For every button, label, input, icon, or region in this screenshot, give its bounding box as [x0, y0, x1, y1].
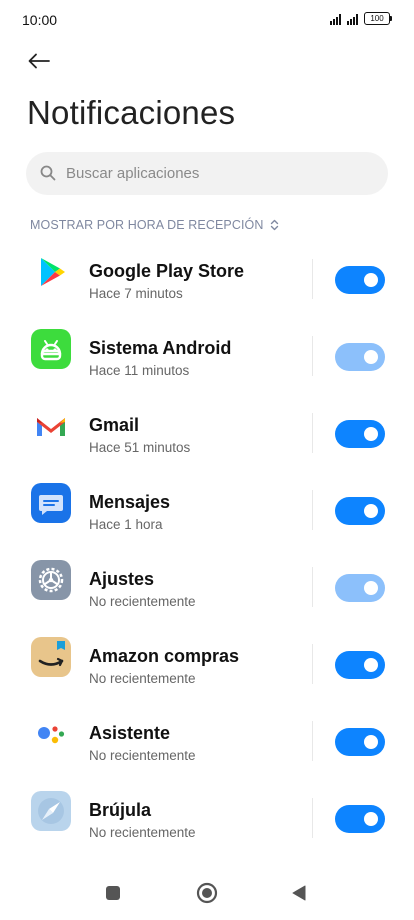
divider: [312, 490, 313, 530]
status-bar: 10:00 100: [0, 0, 414, 40]
divider: [312, 413, 313, 453]
settings-icon: [31, 560, 71, 600]
app-row-asistente[interactable]: Asistente No recientemente: [0, 695, 414, 772]
notification-toggle[interactable]: [335, 728, 385, 756]
notification-toggle[interactable]: [335, 574, 385, 602]
page-title: Notificaciones: [27, 94, 236, 131]
app-row-gmail[interactable]: Gmail Hace 51 minutos: [0, 387, 414, 464]
toggle-knob: [364, 427, 378, 441]
app-row-sistema-android[interactable]: Sistema Android Hace 11 minutos: [0, 310, 414, 387]
app-name: Brújula: [89, 800, 152, 820]
divider: [312, 721, 313, 761]
google-play-store-icon: [31, 252, 71, 292]
amazon-icon: [31, 637, 71, 677]
square-icon: [106, 886, 120, 900]
divider: [312, 259, 313, 299]
signal-icon-2: [347, 14, 358, 25]
android-system-icon: [31, 329, 71, 369]
gmail-icon: [31, 406, 71, 446]
app-name: Ajustes: [89, 569, 155, 589]
app-name: Google Play Store: [89, 261, 245, 281]
app-subtitle: Hace 51 minutos: [89, 440, 191, 455]
divider: [312, 644, 313, 684]
notification-toggle[interactable]: [335, 651, 385, 679]
compass-icon: [31, 791, 71, 831]
divider: [312, 567, 313, 607]
app-row-mensajes[interactable]: Mensajes Hace 1 hora: [0, 464, 414, 541]
home-circle-icon: [196, 882, 218, 904]
navigation-bar: [0, 870, 414, 920]
notification-toggle[interactable]: [335, 343, 385, 371]
toggle-knob: [364, 273, 378, 287]
app-subtitle: Hace 1 hora: [89, 517, 163, 532]
search-icon: [40, 165, 56, 181]
assistant-icon: [31, 714, 71, 754]
recents-button[interactable]: [104, 884, 122, 907]
signal-icon: [330, 14, 341, 25]
status-time: 10:00: [22, 12, 58, 28]
app-row-ajustes[interactable]: Ajustes No recientemente: [0, 541, 414, 618]
app-row-google-play-store[interactable]: Google Play Store Hace 7 minutos: [0, 233, 414, 310]
notification-toggle[interactable]: [335, 497, 385, 525]
app-row-amazon-compras[interactable]: Amazon compras No recientemente: [0, 618, 414, 695]
app-name: Sistema Android: [89, 338, 232, 358]
notification-toggle[interactable]: [335, 420, 385, 448]
app-subtitle: No recientemente: [89, 594, 196, 609]
toggle-knob: [364, 581, 378, 595]
app-name: Mensajes: [89, 492, 171, 512]
back-button[interactable]: [22, 46, 56, 76]
app-subtitle: No recientemente: [89, 748, 196, 763]
notification-toggle[interactable]: [335, 266, 385, 294]
back-nav-button[interactable]: [290, 884, 308, 907]
app-name: Gmail: [89, 415, 140, 435]
sort-label: MOSTRAR POR HORA DE RECEPCIÓN: [30, 218, 264, 232]
search-input[interactable]: [66, 152, 366, 195]
divider: [312, 798, 313, 838]
back-arrow-icon: [28, 53, 50, 69]
toggle-knob: [364, 735, 378, 749]
app-subtitle: Hace 7 minutos: [89, 286, 183, 301]
app-name: Amazon compras: [89, 646, 240, 666]
app-subtitle: Hace 11 minutos: [89, 363, 190, 378]
triangle-back-icon: [292, 885, 306, 901]
app-row-brujula[interactable]: Brújula No recientemente: [0, 772, 414, 849]
app-subtitle: No recientemente: [89, 671, 196, 686]
search-bar[interactable]: [26, 152, 388, 195]
toggle-knob: [364, 812, 378, 826]
home-button[interactable]: [196, 882, 218, 909]
toggle-knob: [364, 504, 378, 518]
status-icons: 100: [330, 12, 392, 25]
sort-selector[interactable]: MOSTRAR POR HORA DE RECEPCIÓN: [30, 218, 279, 232]
app-subtitle: No recientemente: [89, 825, 196, 840]
toggle-knob: [364, 658, 378, 672]
app-name: Asistente: [89, 723, 171, 743]
toggle-knob: [364, 350, 378, 364]
battery-icon: 100: [364, 12, 392, 25]
messages-icon: [31, 483, 71, 523]
sort-chevron-icon: [270, 219, 278, 231]
divider: [312, 336, 313, 376]
notification-toggle[interactable]: [335, 805, 385, 833]
